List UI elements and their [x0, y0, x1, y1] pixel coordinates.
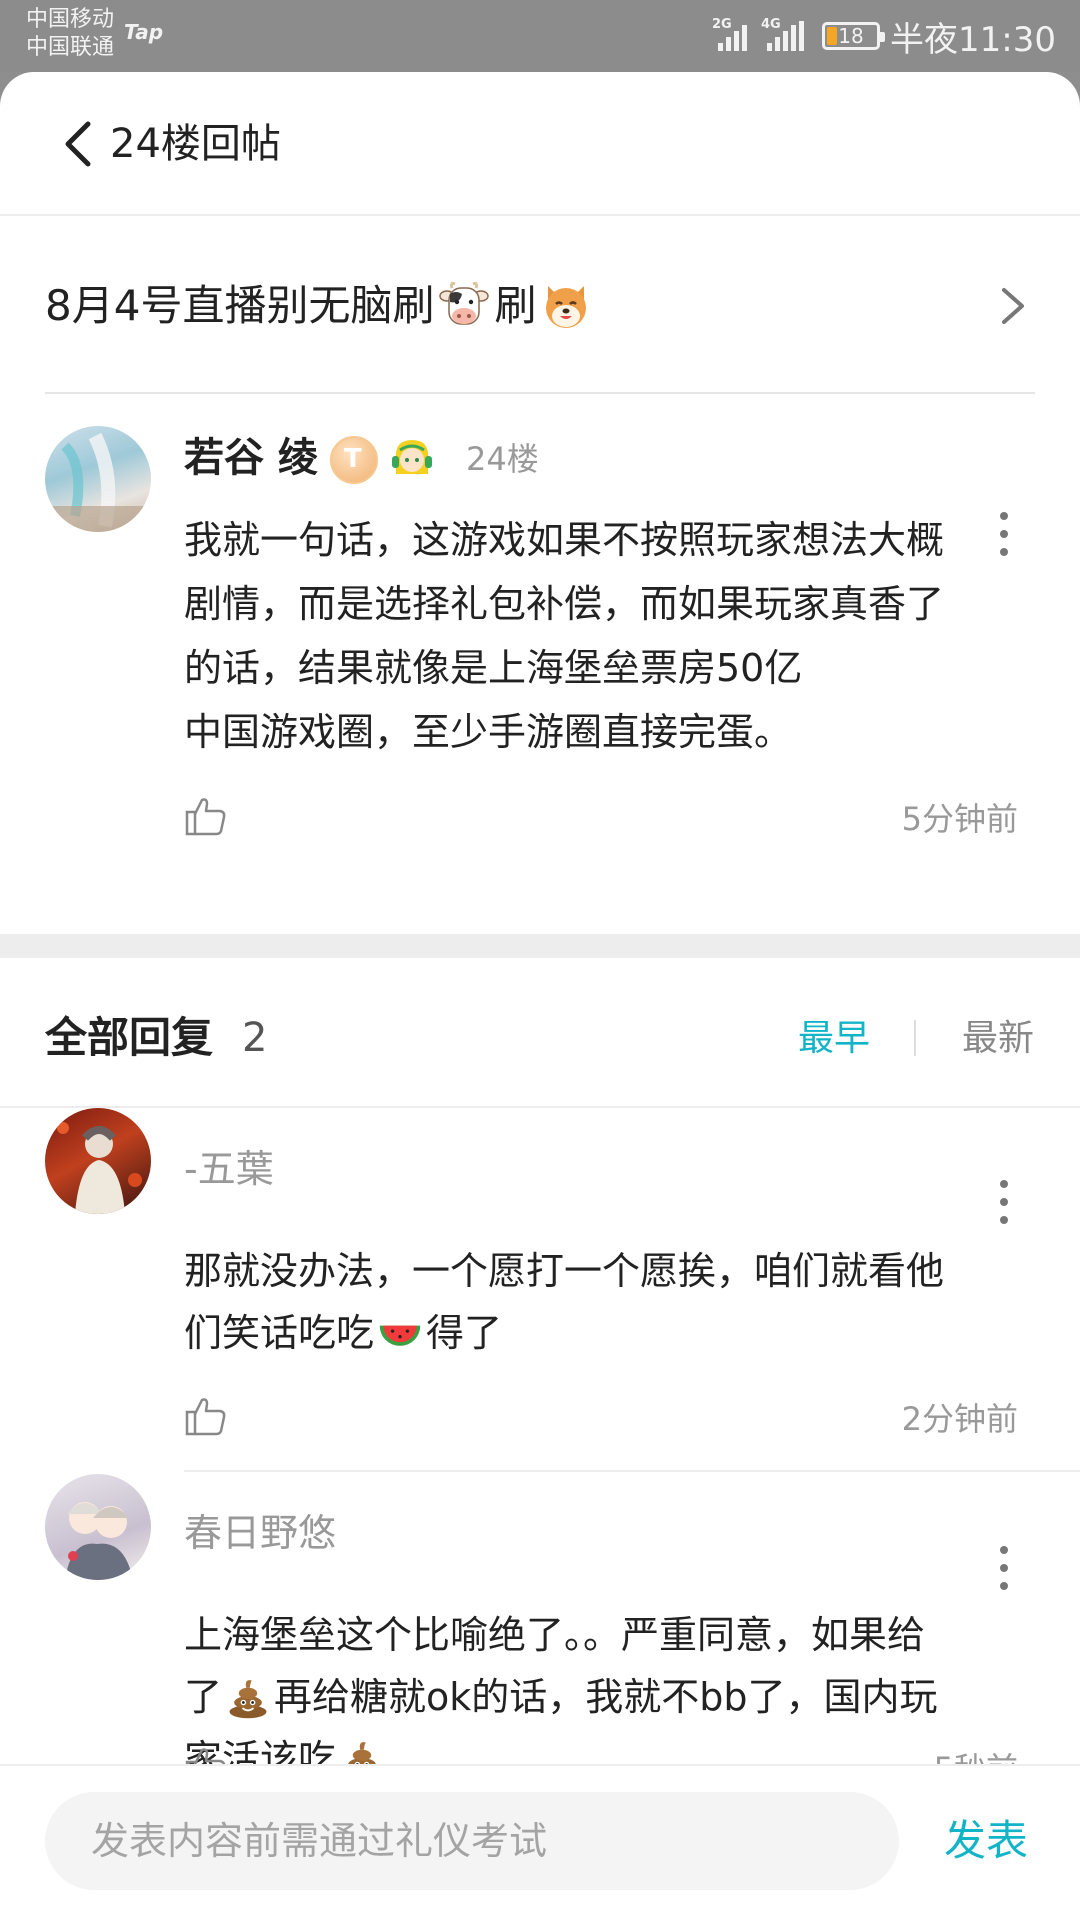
more-options-icon[interactable] — [994, 1546, 1014, 1590]
thumbs-up-icon[interactable] — [184, 794, 228, 838]
sort-newest-tab[interactable]: 最新 — [962, 1014, 1034, 1064]
post-content: 我就一句话，这游戏如果不按照玩家想法大概 剧情，而是选择礼包补偿，而如果玩家真香… — [184, 508, 1044, 764]
dog-face-icon — [546, 286, 587, 328]
reply-author-name[interactable]: 春日野悠 — [184, 1506, 336, 1560]
reply-line-2: 了 再给糖就ok的话，我就不bb了，国内玩 — [184, 1666, 1044, 1728]
reply-author-name[interactable]: -五葉 — [184, 1142, 274, 1196]
status-bar: 中国移动 中国联通 Tap 2G 4G 18 半夜11:30 — [0, 0, 1080, 72]
reply-detail-sheet: 24楼回帖 8月4号直播别无脑刷 刷 若谷 绫 T 24楼 我就一句话，这游戏如… — [0, 72, 1080, 1920]
net-type-1: 2G — [712, 17, 732, 32]
reply-text: 再给糖就ok的话，我就不bb了，国内玩 — [274, 1675, 938, 1719]
signal-4g-icon: 4G — [761, 17, 805, 51]
floor-number: 24楼 — [466, 440, 539, 478]
level-badge-icon: T — [330, 436, 378, 484]
replies-title: 全部回复 — [45, 1013, 214, 1062]
topic-title-text-1: 8月4号直播别无脑刷 — [45, 281, 435, 330]
comment-input[interactable] — [45, 1792, 899, 1890]
comment-composer: 发表 — [0, 1764, 1080, 1920]
post-time: 5分钟前 — [901, 800, 1018, 838]
carrier-1: 中国移动 — [26, 7, 115, 32]
net-type-2: 4G — [761, 17, 781, 32]
taptap-notification-icon: Tap — [124, 20, 164, 44]
reply-content: 上海堡垒这个比喻绝了。。严重同意，如果给 了 再给糖就ok的话，我就不bb了，国… — [184, 1604, 1044, 1790]
topic-title-text-2: 刷 — [494, 281, 537, 330]
topic-link[interactable]: 8月4号直播别无脑刷 刷 — [0, 218, 1080, 394]
signal-2g-icon: 2G — [712, 17, 748, 51]
poop-icon — [229, 1680, 267, 1719]
reply-text: 得了 — [426, 1311, 503, 1355]
chevron-right-icon — [1002, 288, 1024, 324]
carrier-names: 中国移动 中国联通 — [26, 6, 114, 62]
post-line: 我就一句话，这游戏如果不按照玩家想法大概 — [184, 518, 945, 562]
post-line: 的话，结果就像是上海堡垒票房50亿 — [184, 646, 803, 690]
reply-line: 那就没办法，一个愿打一个愿挨，咱们就看他 — [184, 1249, 945, 1293]
topic-title: 8月4号直播别无脑刷 刷 — [45, 276, 592, 336]
battery-level: 18 — [838, 24, 864, 48]
status-indicators: 2G 4G 18 半夜11:30 — [712, 12, 1056, 60]
reply-time: 2分钟前 — [901, 1400, 1018, 1438]
publish-button[interactable]: 发表 — [944, 1812, 1028, 1870]
thumbs-up-icon[interactable] — [184, 1394, 228, 1438]
sort-earliest-tab[interactable]: 最早 — [798, 1014, 870, 1064]
reply-text: 们笑话吃吃 — [184, 1311, 375, 1355]
carrier-2: 中国联通 — [26, 35, 115, 60]
post-line: 剧情，而是选择礼包补偿，而如果玩家真香了 — [184, 582, 945, 626]
avatar[interactable] — [45, 426, 151, 532]
avatar[interactable] — [45, 1474, 151, 1580]
divider — [45, 392, 1035, 394]
header-bar: 24楼回帖 — [0, 72, 1080, 216]
post-author-name[interactable]: 若谷 绫 — [184, 430, 318, 486]
clock: 半夜11:30 — [890, 19, 1056, 60]
replies-header: 全部回复 2 最早 最新 — [0, 958, 1080, 1108]
back-arrow-icon[interactable] — [58, 116, 98, 172]
more-options-icon[interactable] — [994, 1180, 1014, 1224]
battery-icon: 18 — [822, 22, 886, 50]
reply-content: 那就没办法，一个愿打一个愿挨，咱们就看他 们笑话吃吃 得了 — [184, 1240, 1044, 1364]
reply-text: 了 — [184, 1675, 223, 1719]
post-line: 中国游戏圈，至少手游圈直接完蛋。 — [184, 710, 793, 754]
section-separator — [0, 934, 1080, 958]
sort-divider — [914, 1020, 916, 1056]
replies-count: 2 — [242, 1015, 268, 1061]
avatar[interactable] — [45, 1108, 151, 1214]
reply-line: 上海堡垒这个比喻绝了。。严重同意，如果给 — [184, 1613, 926, 1657]
reply-line-2: 们笑话吃吃 得了 — [184, 1302, 1044, 1364]
cow-face-icon — [439, 282, 490, 325]
character-avatar-badge-icon — [392, 440, 432, 474]
page-title: 24楼回帖 — [110, 121, 281, 167]
watermelon-icon — [379, 1325, 421, 1346]
divider — [184, 1470, 1080, 1472]
